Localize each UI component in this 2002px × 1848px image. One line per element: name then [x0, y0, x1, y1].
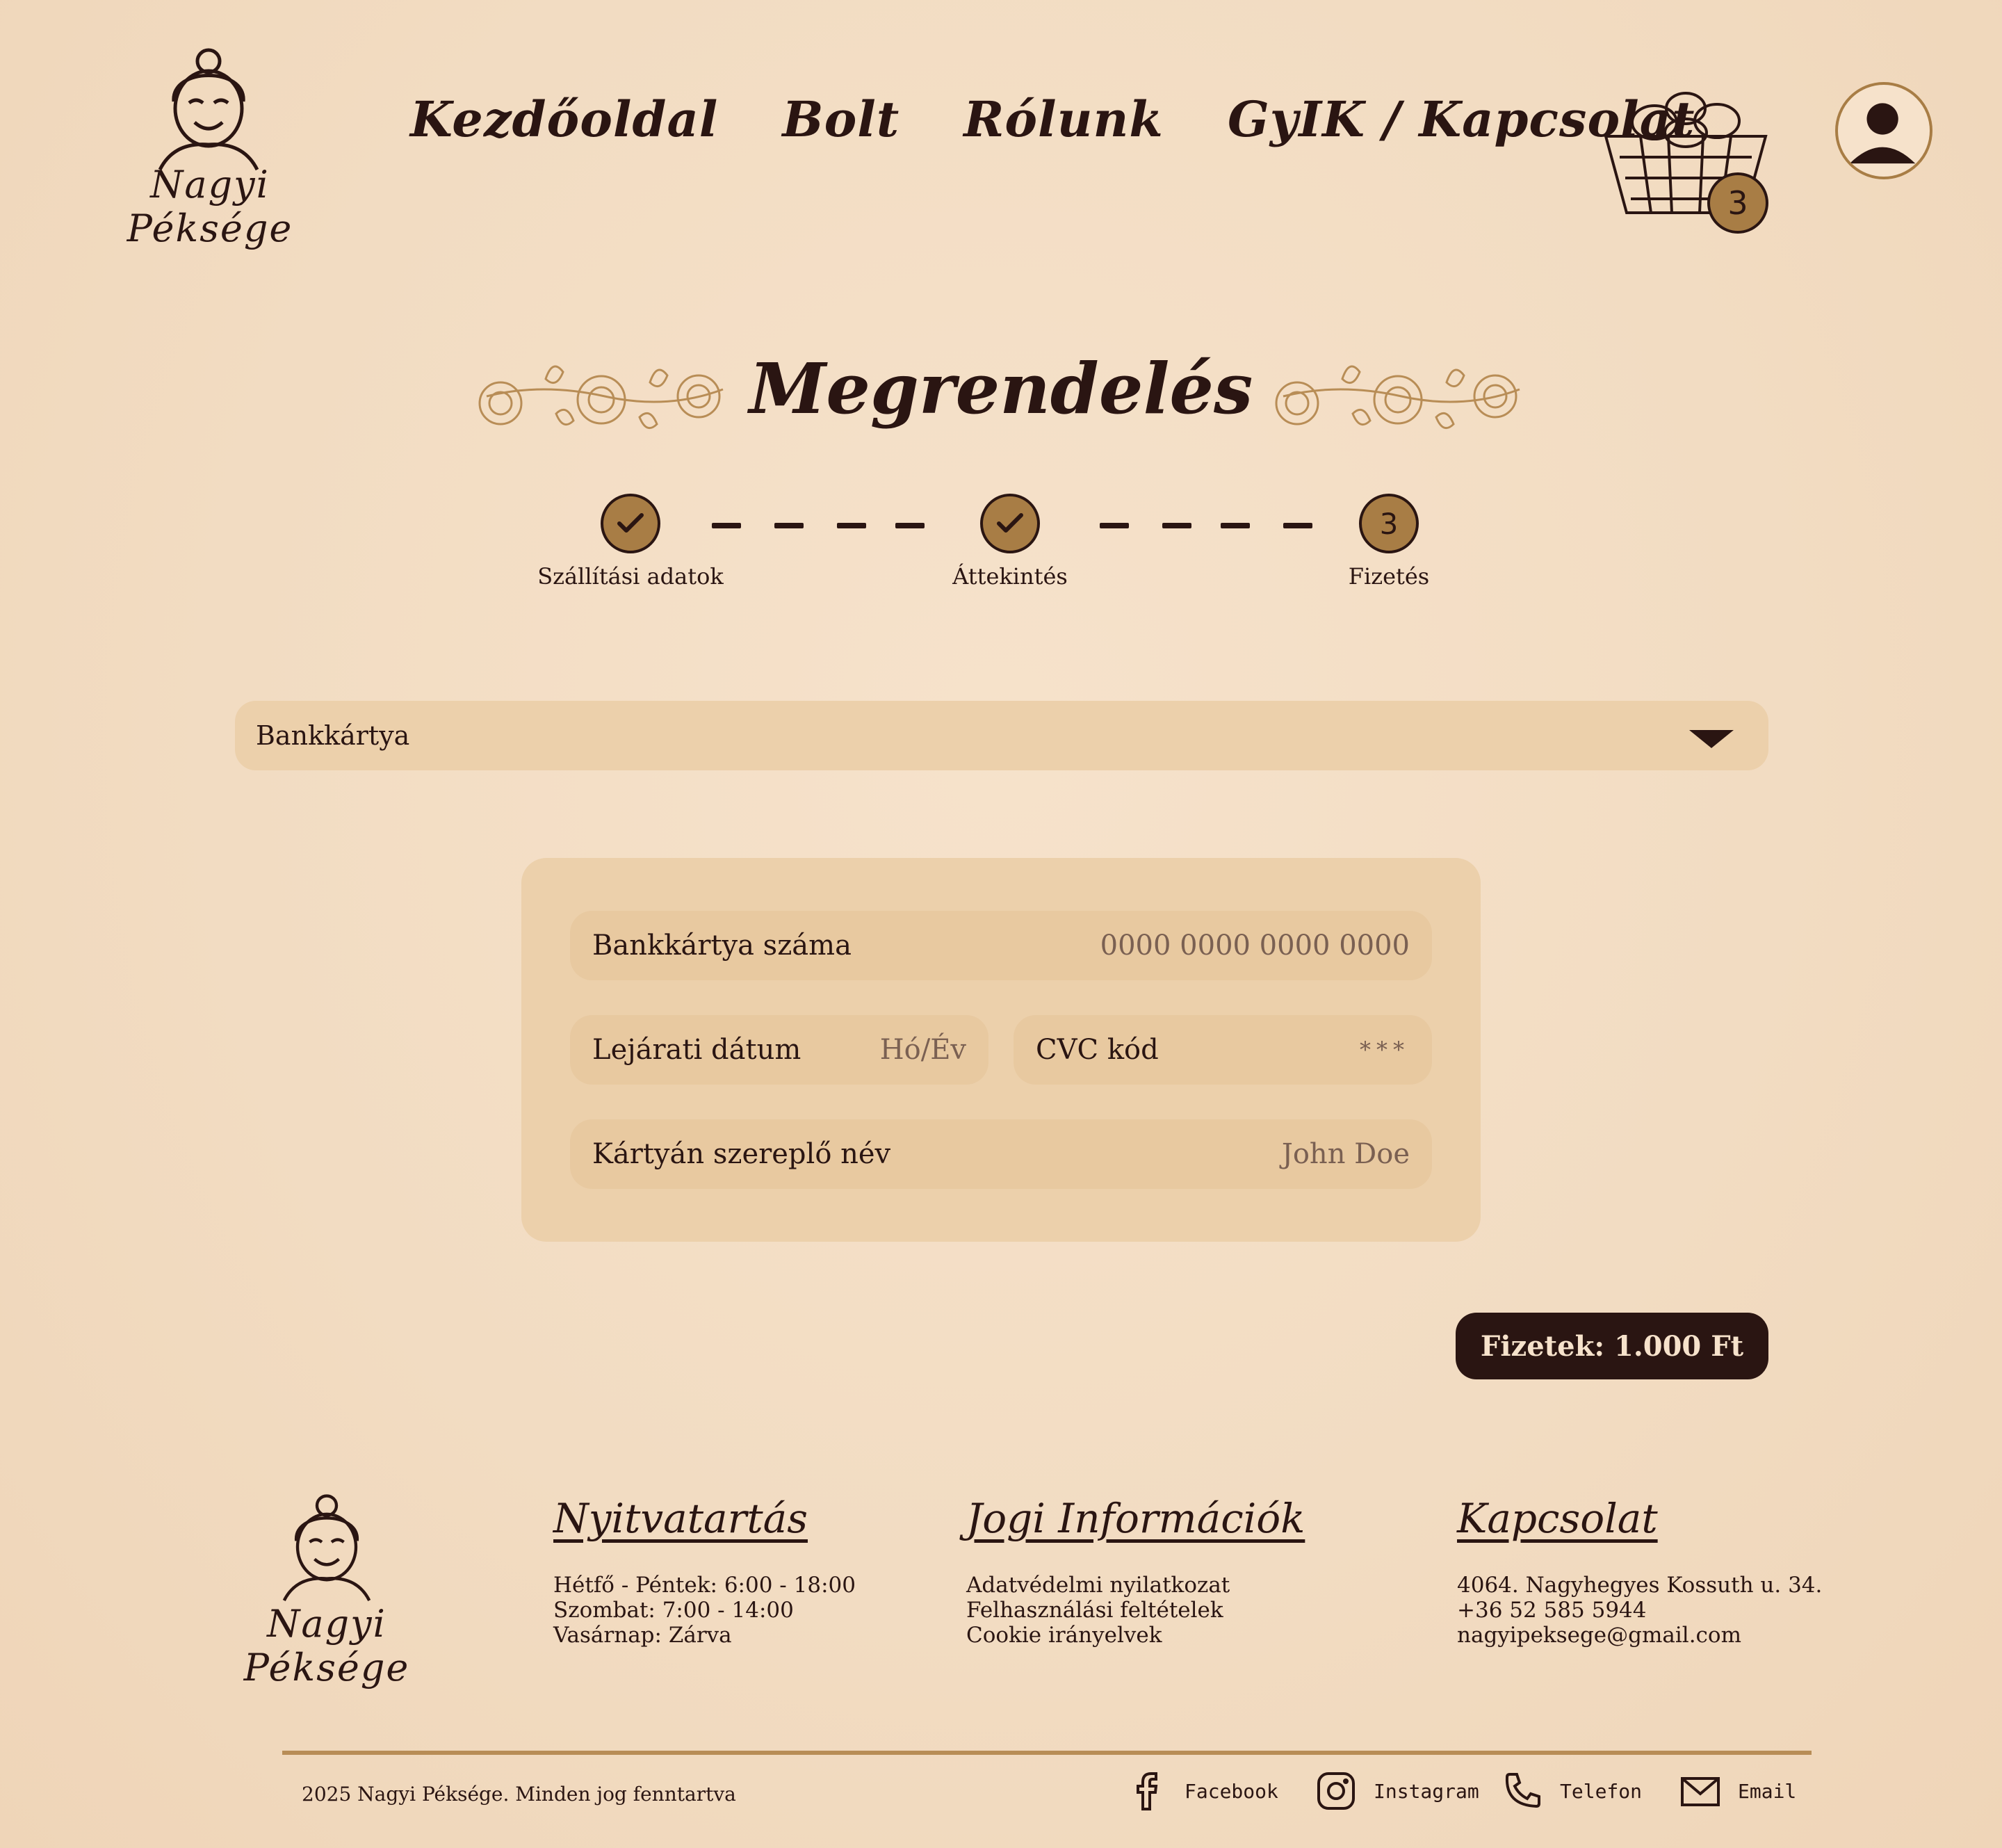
cart-count-badge: 3: [1707, 172, 1768, 234]
social-phone-label: Telefon: [1560, 1779, 1643, 1803]
footer-contact-title: Kapcsolat: [1457, 1495, 1658, 1542]
profile-button[interactable]: [1835, 82, 1932, 179]
expiry-label: Lejárati dátum: [592, 1034, 801, 1066]
step-3-label: Fizetés: [1348, 563, 1430, 590]
card-number-field[interactable]: Bankkártya száma 0000 0000 0000 0000: [570, 911, 1432, 980]
social-instagram[interactable]: Instagram: [1315, 1770, 1479, 1812]
terms-link[interactable]: Felhasználási feltételek: [966, 1598, 1305, 1623]
social-instagram-label: Instagram: [1374, 1779, 1479, 1803]
footer-legal-title: Jogi Információk: [966, 1495, 1305, 1542]
check-icon: [997, 513, 1023, 533]
grandma-logo-icon: [282, 1494, 371, 1602]
footer-hours-line: Vasárnap: Zárva: [553, 1623, 732, 1648]
payment-method-value: Bankkártya: [256, 720, 410, 751]
payment-method-select[interactable]: Bankkártya: [235, 701, 1768, 770]
step-connector: [712, 523, 741, 528]
step-connector: [774, 523, 804, 528]
card-number-placeholder: 0000 0000 0000 0000: [1100, 930, 1410, 962]
check-icon: [617, 513, 644, 533]
social-phone[interactable]: Telefon: [1502, 1770, 1642, 1812]
cardholder-name-label: Kártyán szereplő név: [592, 1138, 891, 1170]
rose-ornament-left-icon: [478, 365, 724, 430]
cardholder-name-field[interactable]: Kártyán szereplő név John Doe: [570, 1119, 1432, 1189]
brand-name: Nagyi Péksége: [127, 163, 293, 250]
footer-contact: Kapcsolat 4064. Nagyhegyes Kossuth u. 34…: [1457, 1495, 1822, 1648]
expiry-field[interactable]: Lejárati dátum Hó/Év: [570, 1015, 988, 1085]
main-nav: Kezdőoldal Bolt Rólunk GyIK / Kapcsolat: [410, 90, 1695, 148]
footer-divider: [282, 1751, 1812, 1755]
cvc-field[interactable]: CVC kód ***: [1014, 1015, 1432, 1085]
phone-icon: [1505, 1773, 1540, 1808]
contact-address: 4064. Nagyhegyes Kossuth u. 34.: [1457, 1573, 1823, 1598]
cvc-placeholder: ***: [1360, 1037, 1410, 1063]
nav-home[interactable]: Kezdőoldal: [410, 90, 718, 148]
step-connector: [1283, 523, 1312, 528]
step-connector: [1221, 523, 1250, 528]
step-3-current[interactable]: 3: [1359, 494, 1419, 553]
card-number-label: Bankkártya száma: [592, 930, 852, 962]
nav-about[interactable]: Rólunk: [963, 90, 1164, 148]
social-facebook[interactable]: Facebook: [1126, 1770, 1278, 1812]
step-connector: [837, 523, 866, 528]
expiry-placeholder: Hó/Év: [879, 1034, 966, 1066]
nav-shop[interactable]: Bolt: [782, 90, 900, 148]
dropdown-arrow-icon: [1689, 730, 1734, 748]
contact-email[interactable]: nagyipeksege@gmail.com: [1457, 1623, 1822, 1648]
step-1-done[interactable]: [601, 494, 660, 553]
footer-legal: Jogi Információk Adatvédelmi nyilatkozat…: [966, 1495, 1305, 1648]
social-email[interactable]: Email: [1679, 1770, 1796, 1812]
contact-phone[interactable]: +36 52 585 5944: [1457, 1598, 1822, 1623]
social-email-label: Email: [1738, 1779, 1797, 1803]
copyright: 2025 Nagyi Péksége. Minden jog fenntartv…: [302, 1783, 736, 1806]
step-1-label: Szállítási adatok: [537, 563, 724, 590]
footer-brand-name: Nagyi Péksége: [243, 1602, 410, 1689]
footer-hours: Nyitvatartás Hétfő - Péntek: 6:00 - 18:0…: [553, 1495, 856, 1648]
step-2-done[interactable]: [980, 494, 1040, 553]
rose-ornament-right-icon: [1275, 365, 1520, 430]
instagram-icon: [1317, 1772, 1355, 1810]
pay-button[interactable]: Fizetek: 1.000 Ft: [1456, 1313, 1768, 1379]
facebook-icon: [1137, 1772, 1158, 1810]
step-connector: [1162, 523, 1191, 528]
cardholder-name-placeholder: John Doe: [1281, 1138, 1410, 1170]
cookie-policy-link[interactable]: Cookie irányelvek: [966, 1623, 1305, 1648]
step-connector: [895, 523, 925, 528]
card-form: Bankkártya száma 0000 0000 0000 0000 Lej…: [521, 858, 1481, 1242]
mail-icon: [1681, 1777, 1720, 1806]
grandma-logo-icon: [158, 48, 259, 171]
footer-hours-line: Szombat: 7:00 - 14:00: [553, 1598, 794, 1623]
page-title: Megrendelés: [749, 348, 1253, 430]
social-facebook-label: Facebook: [1185, 1779, 1278, 1803]
step-2-label: Áttekintés: [952, 563, 1068, 590]
footer-hours-line: Hétfő - Péntek: 6:00 - 18:00: [553, 1573, 856, 1598]
privacy-policy-link[interactable]: Adatvédelmi nyilatkozat: [966, 1573, 1305, 1598]
user-avatar-icon: [1849, 103, 1916, 164]
footer-hours-title: Nyitvatartás: [553, 1495, 808, 1542]
header-logo[interactable]: Nagyi Péksége: [64, 46, 356, 250]
step-connector: [1100, 523, 1129, 528]
footer-logo[interactable]: Nagyi Péksége: [181, 1488, 473, 1689]
cvc-label: CVC kód: [1036, 1034, 1159, 1066]
